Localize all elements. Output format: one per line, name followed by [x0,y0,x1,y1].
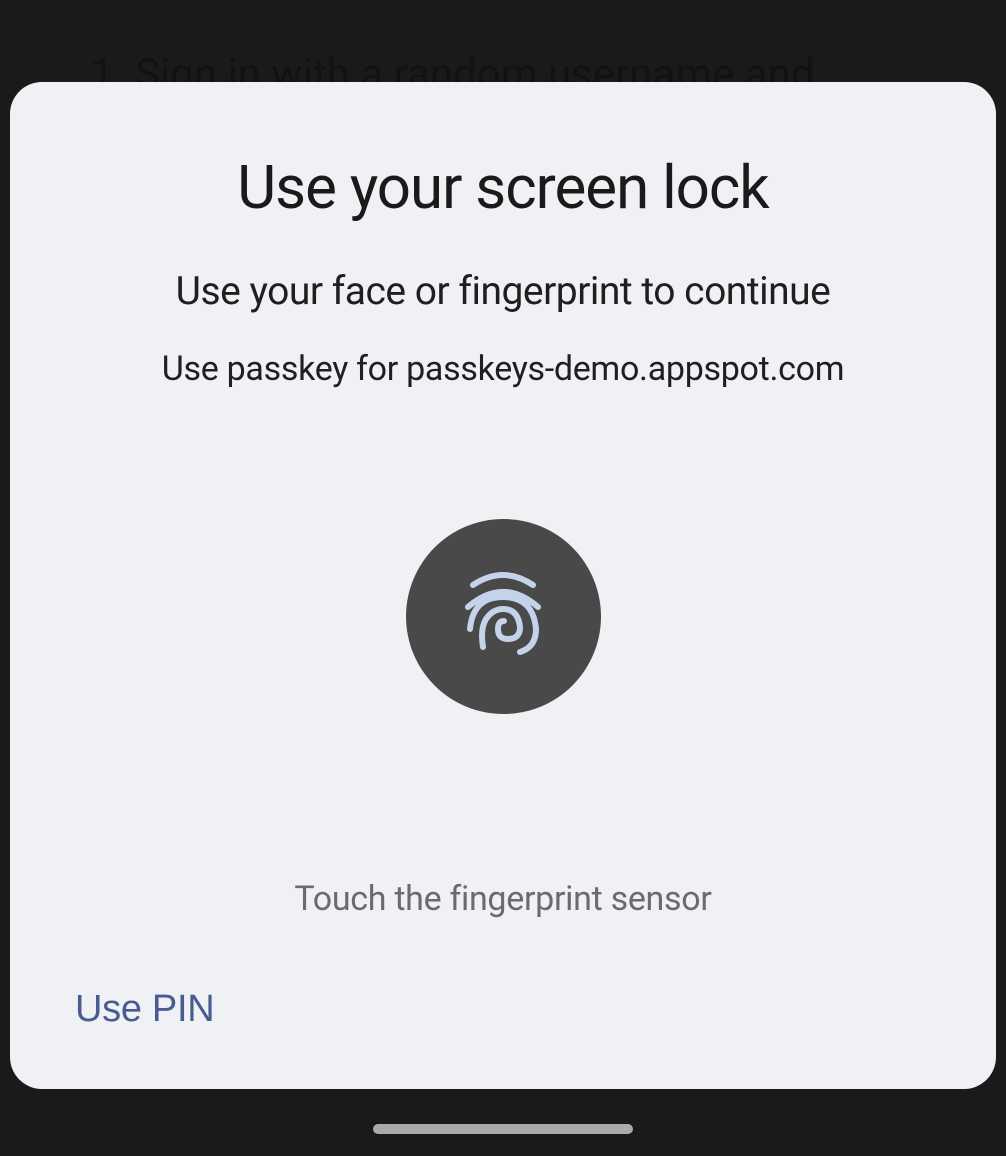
dialog-description: Use passkey for passkeys-demo.appspot.co… [162,349,844,389]
fingerprint-icon [458,567,548,667]
dialog-button-row: Use PIN [75,960,931,1039]
biometric-prompt-dialog: Use your screen lock Use your face or fi… [10,82,996,1089]
dialog-subtitle: Use your face or fingerprint to continue [176,268,831,314]
dialog-title: Use your screen lock [237,152,768,223]
gesture-navigation-bar[interactable] [373,1124,633,1134]
fingerprint-sensor-button[interactable] [406,519,601,714]
use-pin-button[interactable]: Use PIN [75,980,214,1039]
fingerprint-hint-text: Touch the fingerprint sensor [294,879,711,919]
